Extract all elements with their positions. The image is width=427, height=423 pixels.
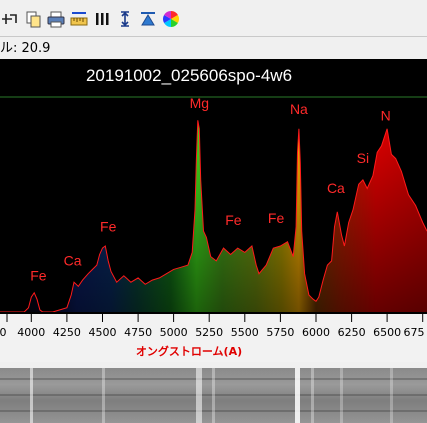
x-tick-label: 0 xyxy=(0,326,7,339)
x-axis-label: オングストローム(A) xyxy=(136,344,242,358)
spectrum-plot[interactable]: 20191002_025606spo-4w6 Fe Ca Fe Mg Fe Fe Na Ca S… xyxy=(0,59,427,313)
x-tick-label: 5250 xyxy=(195,326,223,339)
strip-line xyxy=(340,368,343,423)
element-label: Si xyxy=(357,150,369,166)
spectrum-shade xyxy=(0,120,427,312)
chart-title: 20191002_025606spo-4w6 xyxy=(86,66,292,85)
toolbar xyxy=(0,0,427,38)
bars-icon[interactable] xyxy=(93,10,111,28)
x-tick-label: 5000 xyxy=(160,326,188,339)
x-axis-ticks: 0 4000 4250 4500 4750 5000 5250 5500 5750 6000 625… xyxy=(0,314,425,358)
x-tick-label: 6000 xyxy=(302,326,330,339)
element-label: Fe xyxy=(100,218,117,234)
x-tick-label: 5500 xyxy=(231,326,259,339)
strip-line xyxy=(196,368,202,423)
crosshair-icon[interactable] xyxy=(0,10,18,28)
element-label: Fe xyxy=(30,267,47,283)
color-wheel-icon[interactable] xyxy=(162,10,180,28)
x-tick-label: 6250 xyxy=(338,326,366,339)
x-tick-label: 5750 xyxy=(266,326,294,339)
print-icon[interactable] xyxy=(47,10,65,28)
x-tick-label: 6500 xyxy=(373,326,401,339)
x-axis: 0 4000 4250 4500 4750 5000 5250 5500 5750 6000 625… xyxy=(0,312,427,362)
x-tick-label: 4500 xyxy=(89,326,117,339)
x-tick-label: 4750 xyxy=(124,326,152,339)
strip-line xyxy=(212,368,215,423)
strip-line xyxy=(102,368,105,423)
spectrum-chart: 20191002_025606spo-4w6 Fe Ca Fe Mg Fe Fe Na Ca S… xyxy=(0,66,427,313)
x-tick-label: 4250 xyxy=(53,326,81,339)
x-tick-label: 4000 xyxy=(17,326,45,339)
flip-icon[interactable] xyxy=(139,10,157,28)
status-readout: ル: 20.9 xyxy=(0,38,427,59)
element-label: N xyxy=(381,108,391,124)
element-label: Mg xyxy=(190,95,209,111)
toolbar-separator xyxy=(0,36,427,37)
copy-icon[interactable] xyxy=(24,10,42,28)
x-tick-label: 675 xyxy=(404,326,425,339)
strip-line xyxy=(30,368,33,423)
element-label: Na xyxy=(290,101,308,117)
vertical-range-icon[interactable] xyxy=(116,10,134,28)
raw-spectrum-image xyxy=(0,368,427,423)
element-label: Fe xyxy=(268,210,285,226)
element-label: Ca xyxy=(327,180,345,196)
strip-line xyxy=(390,368,393,423)
strip-line xyxy=(295,368,300,423)
ruler-icon[interactable] xyxy=(70,10,88,28)
element-label: Fe xyxy=(225,212,242,228)
element-label: Ca xyxy=(64,252,82,268)
strip-line xyxy=(311,368,314,423)
